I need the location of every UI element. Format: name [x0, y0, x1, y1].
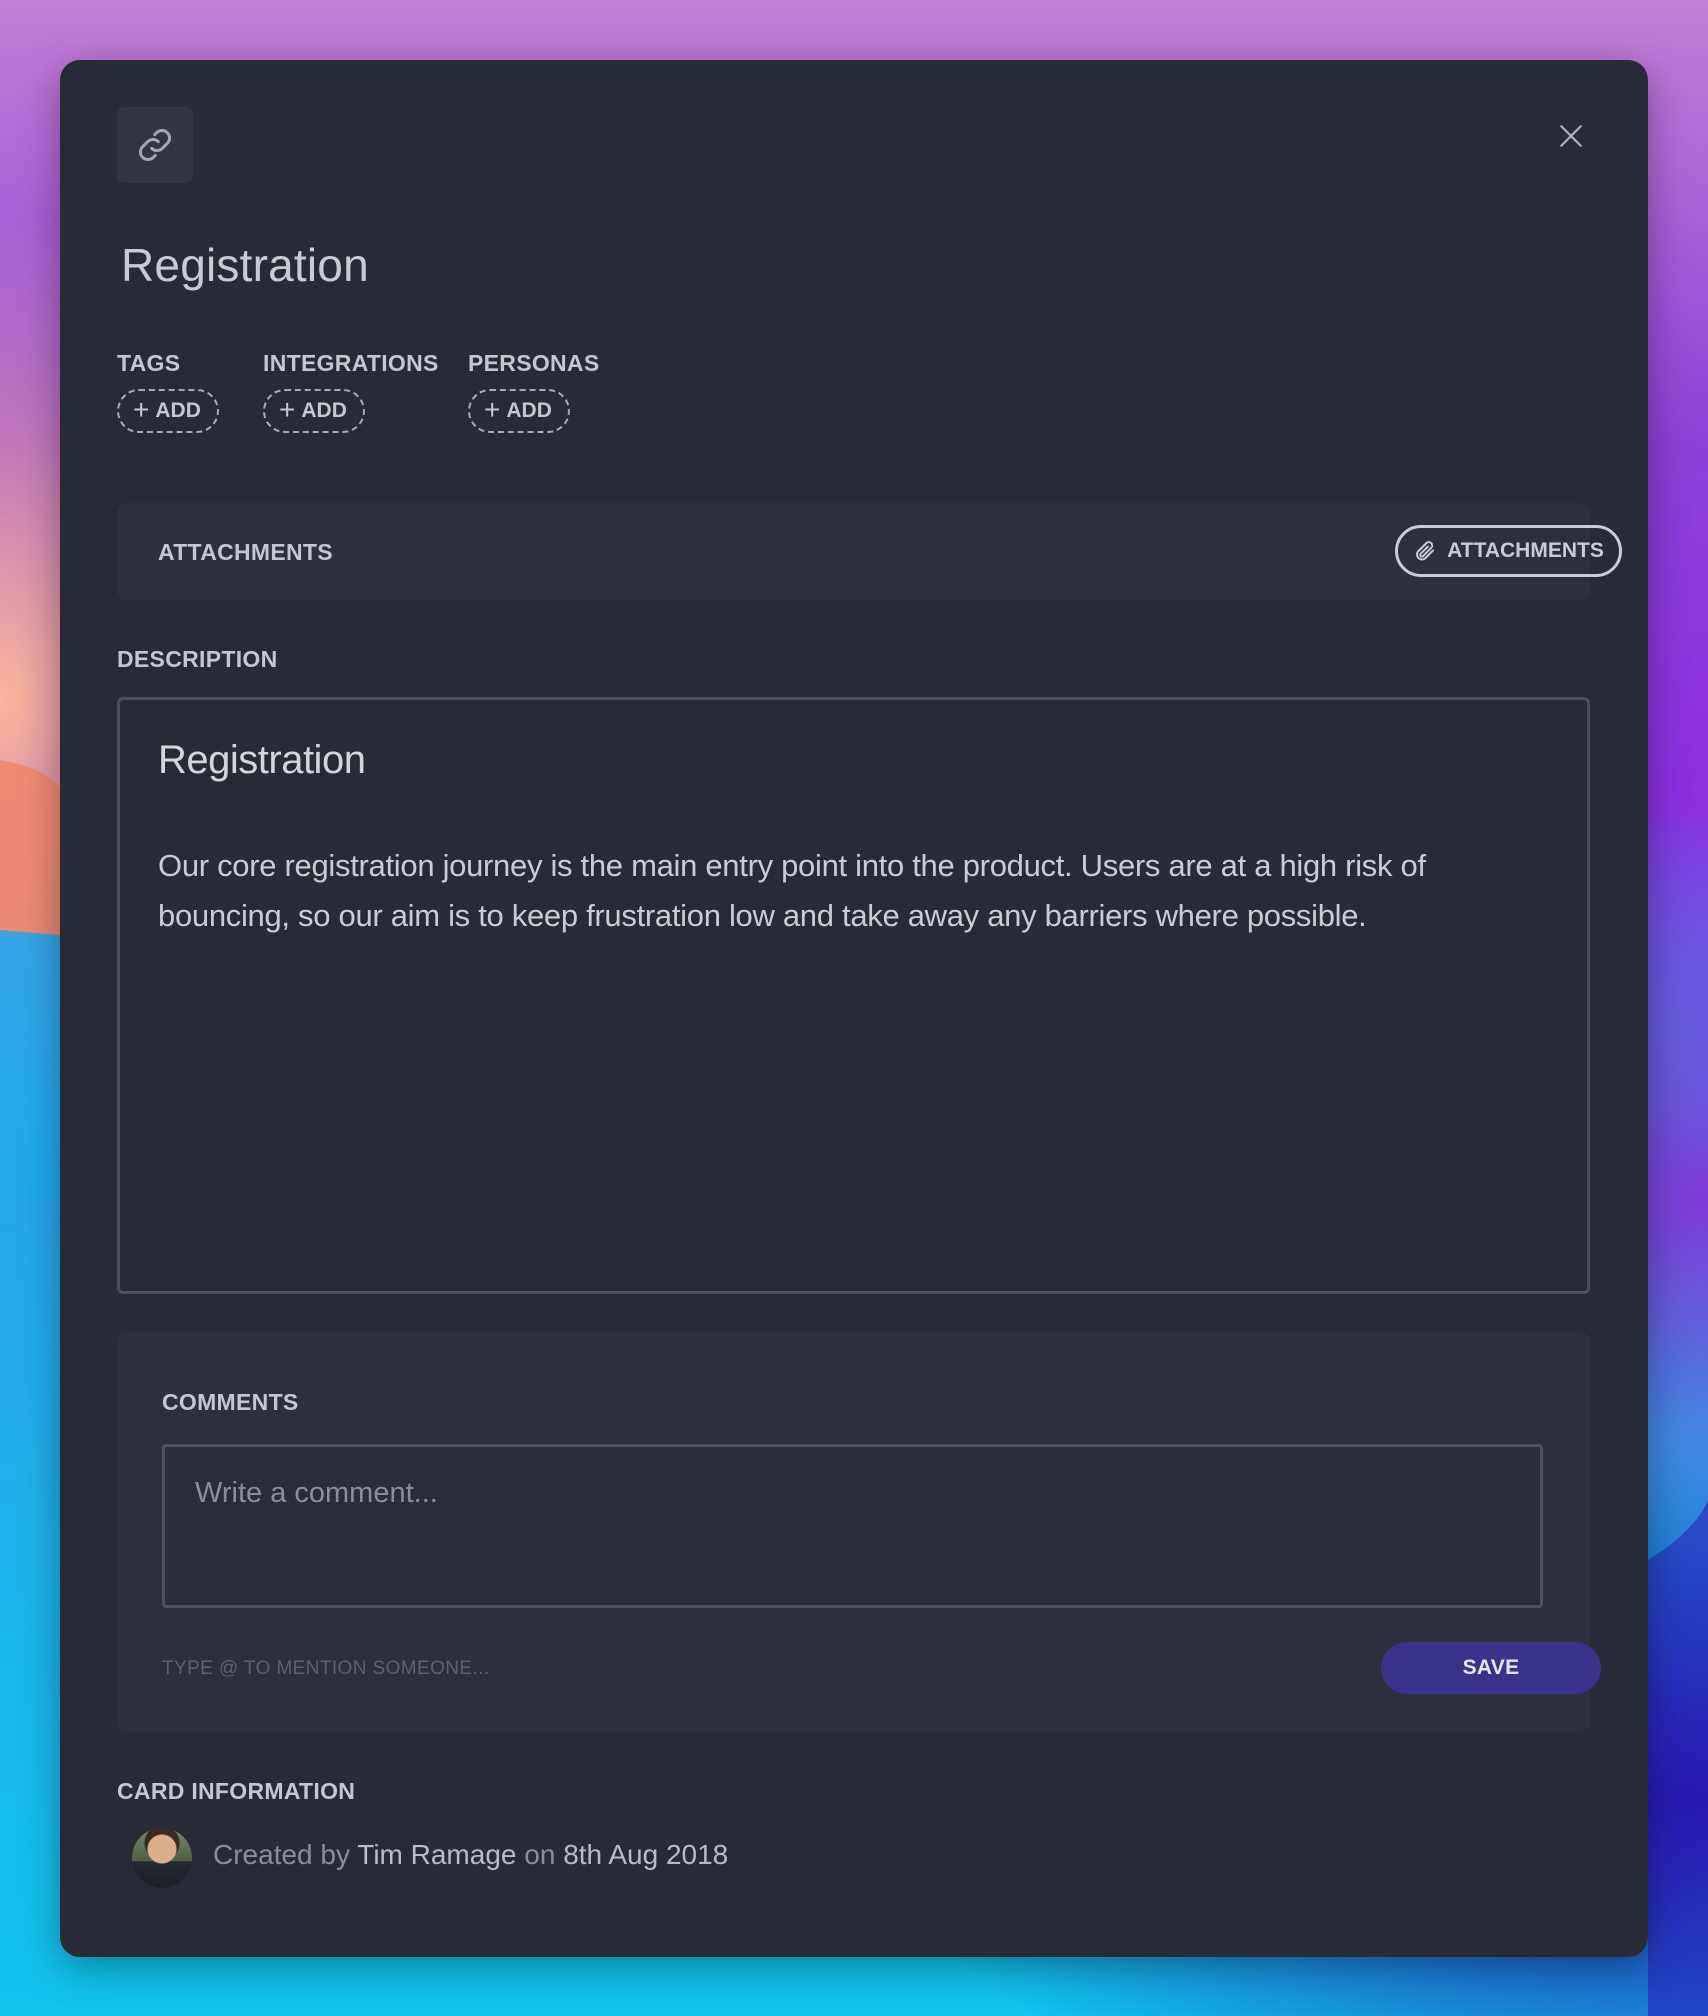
plus-icon: +	[484, 393, 501, 425]
description-body: Our core registration journey is the mai…	[158, 848, 1426, 933]
on-word: on	[524, 1839, 556, 1870]
link-icon	[138, 128, 172, 162]
comments-panel: COMMENTS TYPE @ TO MENTION SOMEONE... SA…	[117, 1332, 1601, 1732]
attachments-panel: ATTACHMENTS ATTACHMENTS	[117, 503, 1622, 600]
add-tag-button[interactable]: + ADD	[117, 389, 219, 433]
add-persona-button[interactable]: + ADD	[468, 389, 570, 433]
integrations-group: INTEGRATIONS + ADD	[263, 350, 439, 433]
comments-label: COMMENTS	[162, 1389, 299, 1415]
save-comment-button[interactable]: SAVE	[1381, 1642, 1601, 1694]
personas-group: PERSONAS + ADD	[468, 350, 599, 433]
description-heading: Registration	[158, 738, 366, 782]
card-detail-modal: Registration TAGS + ADD INTEGRATIONS + A…	[60, 60, 1648, 1957]
author-name[interactable]: Tim Ramage	[357, 1839, 516, 1870]
add-tag-label: ADD	[155, 399, 201, 422]
attachments-label: ATTACHMENTS	[158, 539, 333, 565]
created-date: 8th Aug 2018	[563, 1839, 729, 1870]
mention-hint: TYPE @ TO MENTION SOMEONE...	[162, 1658, 490, 1679]
comment-input[interactable]	[162, 1444, 1543, 1608]
personas-label: PERSONAS	[468, 350, 600, 376]
integrations-label: INTEGRATIONS	[263, 350, 439, 376]
add-attachments-label: ATTACHMENTS	[1447, 539, 1604, 562]
description-editor[interactable]: Registration Our core registration journ…	[117, 697, 1590, 1294]
avatar	[132, 1828, 192, 1888]
add-attachments-button[interactable]: ATTACHMENTS	[1395, 525, 1622, 577]
card-title[interactable]: Registration	[121, 238, 369, 292]
tags-group: TAGS + ADD	[117, 350, 219, 433]
add-integration-button[interactable]: + ADD	[263, 389, 365, 433]
tags-label: TAGS	[117, 350, 181, 376]
description-label: DESCRIPTION	[117, 646, 278, 672]
created-prefix: Created by	[213, 1839, 350, 1870]
card-link-button[interactable]	[117, 107, 193, 183]
plus-icon: +	[133, 393, 150, 425]
close-button[interactable]	[1551, 116, 1591, 156]
plus-icon: +	[279, 393, 296, 425]
created-by-line: Created by Tim Ramage on 8th Aug 2018	[213, 1839, 728, 1871]
add-integration-label: ADD	[301, 399, 347, 422]
close-icon	[1560, 125, 1582, 147]
paperclip-icon	[1416, 541, 1435, 561]
add-persona-label: ADD	[506, 399, 552, 422]
card-information-label: CARD INFORMATION	[117, 1778, 356, 1804]
